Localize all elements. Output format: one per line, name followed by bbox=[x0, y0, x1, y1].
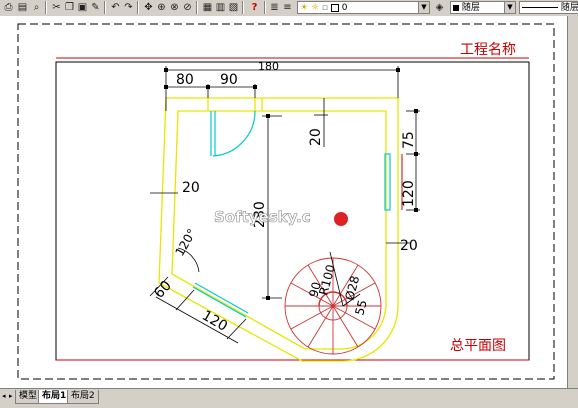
tab-layout2[interactable]: 布局2 bbox=[67, 390, 99, 404]
redo-icon[interactable]: ↷ bbox=[122, 1, 135, 14]
layer-color-swatch-icon bbox=[330, 3, 339, 12]
dim-angle: 120° bbox=[172, 226, 199, 258]
color-swatch-icon bbox=[453, 4, 459, 11]
project-name-title: 工程名称 bbox=[460, 42, 516, 58]
find-icon[interactable]: ⌕ bbox=[30, 1, 43, 14]
dim-right-75: 75 bbox=[401, 131, 417, 149]
layer-on-icon: ☀ bbox=[300, 3, 309, 13]
dim-stair-55: 55 bbox=[352, 298, 369, 316]
tool-palette-icon[interactable]: ▧ bbox=[227, 1, 240, 14]
dim-bottom-120: 120 bbox=[199, 308, 230, 335]
door-symbol bbox=[210, 110, 256, 157]
chevron-down-icon[interactable]: ▼ bbox=[418, 2, 429, 13]
dim-top-total: 180 bbox=[258, 60, 279, 73]
tab-first-icon[interactable]: ◂ bbox=[2, 391, 8, 401]
standard-toolbar: ⎙ ▤ ⌕ ✂ ❐ ▣ ✎ ↶ ↷ ✥ ⊕ ⊗ ⊘ ▦ ▥ ▧ ? ≣ ≡ ☀ … bbox=[0, 0, 578, 17]
zoom-realtime-icon[interactable]: ⊕ bbox=[155, 1, 168, 14]
site-plan-title: 总平面图 bbox=[450, 338, 506, 354]
zoom-previous-icon[interactable]: ⊘ bbox=[181, 1, 194, 14]
color-select[interactable]: 随层 ▼ bbox=[450, 1, 516, 14]
paste-icon[interactable]: ▣ bbox=[76, 1, 89, 14]
dim-bottom-60: 60 bbox=[151, 278, 175, 302]
properties-icon[interactable]: ▦ bbox=[201, 1, 214, 14]
print-preview-icon[interactable]: ▤ bbox=[16, 1, 29, 14]
layer-lock-icon: ▫ bbox=[321, 3, 329, 13]
toolbar-separator bbox=[104, 1, 106, 14]
dim-top-mid: 90 bbox=[220, 72, 238, 88]
watermark-text: Softyesky.c bbox=[214, 208, 311, 226]
print-icon[interactable]: ⎙ bbox=[2, 1, 15, 14]
window-symbols bbox=[192, 153, 391, 318]
dim-right-20: 20 bbox=[400, 238, 418, 254]
toolbar-separator bbox=[45, 1, 47, 14]
chevron-down-icon[interactable]: ▼ bbox=[504, 2, 515, 13]
layer-freeze-icon: ☼ bbox=[310, 3, 320, 13]
design-center-icon[interactable]: ▥ bbox=[214, 1, 227, 14]
dim-right-120: 120 bbox=[401, 180, 417, 207]
toolbar-separator bbox=[137, 1, 139, 14]
watermark-logo-icon bbox=[334, 212, 348, 226]
dim-left-20: 20 bbox=[182, 180, 200, 196]
tab-layout1[interactable]: 布局1 bbox=[38, 390, 71, 404]
toolbar-separator bbox=[264, 1, 266, 14]
help-icon[interactable]: ? bbox=[248, 1, 261, 14]
printable-area-border bbox=[17, 23, 555, 380]
layer-previous-icon[interactable]: ≡ bbox=[281, 1, 294, 14]
layer-select[interactable]: ☀ ☼ ▫ 0 ▼ bbox=[297, 1, 430, 14]
linetype-sample-icon bbox=[522, 7, 558, 8]
toolbar-separator bbox=[242, 1, 244, 14]
make-object-layer-current-icon[interactable]: ◈ bbox=[433, 1, 446, 14]
vertical-scrollbar[interactable] bbox=[567, 16, 578, 388]
copy-icon[interactable]: ❐ bbox=[63, 1, 76, 14]
cut-icon[interactable]: ✂ bbox=[50, 1, 63, 14]
toolbar-separator bbox=[196, 1, 198, 14]
layer-manager-icon[interactable]: ≣ bbox=[268, 1, 281, 14]
match-properties-icon[interactable]: ✎ bbox=[89, 1, 102, 14]
pan-icon[interactable]: ✥ bbox=[142, 1, 155, 14]
color-value: 随层 bbox=[461, 3, 480, 13]
dim-inner-20: 20 bbox=[308, 128, 324, 146]
drawing-svg: 工程名称 总平面图 180 80 90 20 20 75 120 20 280 … bbox=[17, 23, 555, 380]
dim-stair-d28: Ø28 bbox=[342, 274, 362, 301]
undo-icon[interactable]: ↶ bbox=[109, 1, 122, 14]
layer-value: 0 bbox=[341, 3, 348, 13]
layout-tab-bar: ◂ ▸ 模型 布局1 布局2 bbox=[0, 388, 578, 408]
dim-top-left: 80 bbox=[176, 72, 194, 88]
linetype-value: 随层 bbox=[560, 3, 578, 13]
linetype-select[interactable]: 随层 bbox=[519, 1, 578, 14]
paper-space-canvas[interactable]: 工程名称 总平面图 180 80 90 20 20 75 120 20 280 … bbox=[0, 16, 567, 388]
dimension-ticks bbox=[164, 68, 418, 300]
zoom-window-icon[interactable]: ⊗ bbox=[168, 1, 181, 14]
